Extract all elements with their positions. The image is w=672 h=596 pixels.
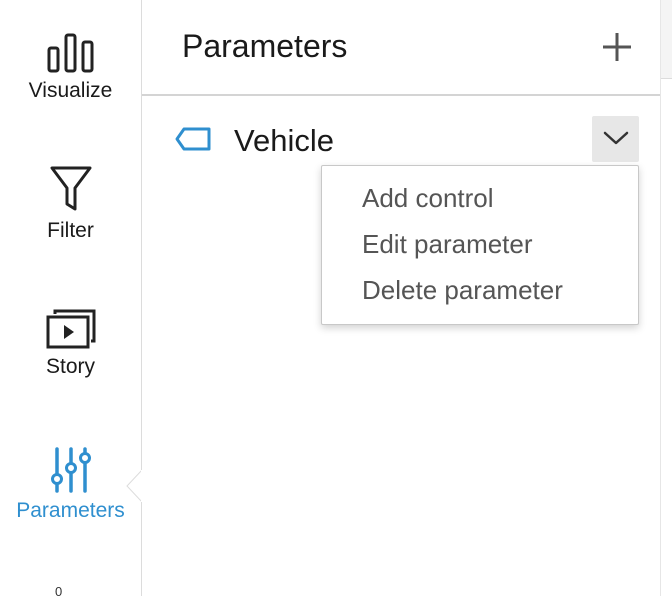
nav-item-parameters[interactable]: Parameters xyxy=(0,446,141,524)
parameter-row-vehicle[interactable]: Vehicle xyxy=(142,112,660,166)
chevron-down-icon xyxy=(603,131,628,145)
add-parameter-button[interactable] xyxy=(598,28,636,66)
canvas-edge xyxy=(660,0,672,596)
sliders-icon xyxy=(50,447,91,493)
parameter-dropdown-menu: Add control Edit parameter Delete parame… xyxy=(321,165,639,325)
nav-label-parameters: Parameters xyxy=(16,499,125,522)
nav-label-filter: Filter xyxy=(47,219,94,242)
menu-item-add-control[interactable]: Add control xyxy=(362,182,494,214)
panel-title: Parameters xyxy=(182,28,348,64)
nav-item-story[interactable]: Story xyxy=(0,308,141,380)
nav-item-filter[interactable]: Filter xyxy=(0,164,141,244)
bar-chart-icon xyxy=(47,33,93,73)
active-nav-pointer xyxy=(126,470,142,502)
nav-label-visualize: Visualize xyxy=(28,79,113,102)
menu-item-edit-parameter[interactable]: Edit parameter xyxy=(362,228,533,260)
nav-label-story: Story xyxy=(45,355,95,378)
left-nav-rail: Visualize Filter Story Parameters 0 xyxy=(0,0,142,596)
app-root: Visualize Filter Story Parameters 0 Para… xyxy=(0,0,672,596)
nav-overflow-label: 0 xyxy=(55,584,63,596)
play-stack-icon xyxy=(46,309,95,349)
panel-header: Parameters xyxy=(142,0,660,96)
plus-icon xyxy=(603,33,631,61)
nav-item-visualize[interactable]: Visualize xyxy=(0,30,141,104)
tag-icon xyxy=(175,127,211,151)
canvas-edge-header xyxy=(661,0,672,79)
parameter-name: Vehicle xyxy=(234,123,334,158)
parameter-menu-toggle[interactable] xyxy=(592,116,639,162)
funnel-icon xyxy=(50,166,91,211)
menu-item-delete-parameter[interactable]: Delete parameter xyxy=(362,274,563,306)
